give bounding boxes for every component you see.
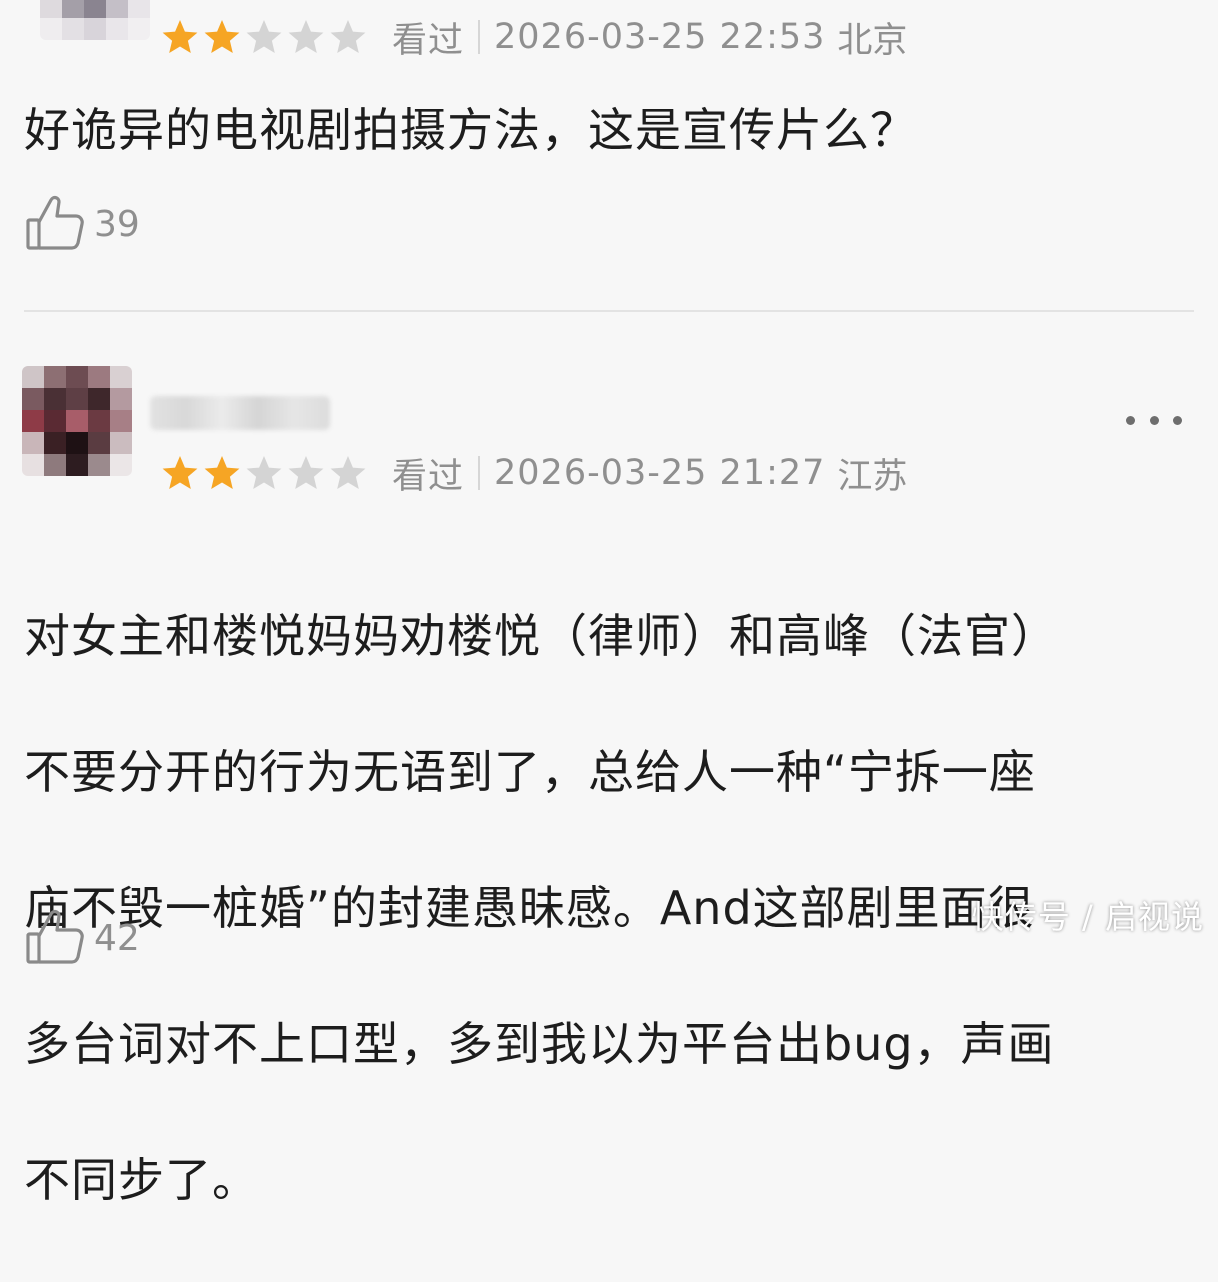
username-blurred[interactable] xyxy=(150,396,330,430)
comment-text-line: 多台词对不上口型，多到我以为平台出bug，声画 xyxy=(24,1017,1055,1071)
meta-divider xyxy=(478,456,481,490)
star-filled-icon xyxy=(204,456,240,489)
star-filled-icon xyxy=(162,456,198,489)
comment-text-line: 不要分开的行为无语到了，总给人一种“宁拆一座 xyxy=(24,745,1036,799)
rating-stars xyxy=(160,453,370,493)
watermark: 快传号 / 启视说 xyxy=(971,898,1204,936)
avatar[interactable] xyxy=(40,0,150,40)
thumbs-up-icon xyxy=(24,904,88,972)
thumbs-up-icon xyxy=(24,190,88,258)
comment-meta: 看过 2026-03-25 22:53 北京 xyxy=(160,12,907,62)
watched-status: 看过 xyxy=(392,20,465,61)
comment-datetime: 2026-03-25 22:53 xyxy=(494,17,826,57)
comment-card-2: 看过 2026-03-25 21:27 江苏 对女主和楼悦妈妈劝楼悦（律师）和高… xyxy=(0,312,1218,1207)
more-options-button[interactable] xyxy=(1126,408,1182,432)
comment-text-line: 对女主和楼悦妈妈劝楼悦（律师）和高峰（法官） xyxy=(24,609,1058,663)
watched-status: 看过 xyxy=(392,456,465,497)
more-dot xyxy=(1173,415,1182,425)
like-count: 42 xyxy=(94,917,140,959)
star-empty-icon xyxy=(246,20,282,53)
star-empty-icon xyxy=(288,456,324,489)
like-button[interactable]: 42 xyxy=(24,904,140,972)
comment-datetime: 2026-03-25 21:27 xyxy=(494,453,826,493)
like-count: 39 xyxy=(94,203,140,245)
meta-divider xyxy=(478,20,481,54)
comment-text-line: 不同步了。 xyxy=(24,1153,259,1207)
more-dots-icon xyxy=(1126,415,1135,425)
like-button[interactable]: 39 xyxy=(24,190,140,258)
comment-card-1: 看过 2026-03-25 22:53 北京 好诡异的电视剧拍摄方法，这是宣传片… xyxy=(0,0,1218,310)
star-filled-icon xyxy=(162,20,198,53)
comment-meta: 看过 2026-03-25 21:27 江苏 xyxy=(160,448,907,498)
comment-location: 江苏 xyxy=(837,456,908,497)
rating-stars xyxy=(160,17,370,57)
star-empty-icon xyxy=(288,20,324,53)
comment-location: 北京 xyxy=(837,20,908,61)
comment-text: 好诡异的电视剧拍摄方法，这是宣传片么？ xyxy=(24,103,917,157)
star-filled-icon xyxy=(204,20,240,53)
more-dot xyxy=(1149,415,1159,425)
star-empty-icon xyxy=(330,20,366,53)
avatar[interactable] xyxy=(22,366,132,476)
star-empty-icon xyxy=(330,456,366,489)
star-empty-icon xyxy=(246,456,282,489)
